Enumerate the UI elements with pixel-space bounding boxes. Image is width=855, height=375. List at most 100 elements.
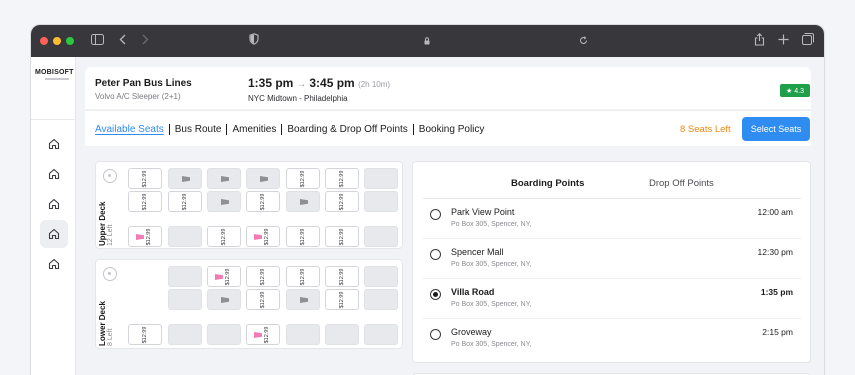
seat-available[interactable]: $12.99 bbox=[325, 168, 359, 189]
boarding-point-radio[interactable] bbox=[430, 289, 441, 300]
seat-price: $12.99 bbox=[221, 228, 227, 245]
seat-unavailable bbox=[168, 289, 202, 310]
boarding-point-address: Po Box 305, Spencer, NY, bbox=[451, 221, 532, 228]
seat-unavailable bbox=[286, 324, 320, 345]
nav-home-icon-active[interactable] bbox=[40, 220, 68, 248]
sidebar-toggle-icon[interactable] bbox=[91, 33, 104, 49]
seat-price: $12.99 bbox=[142, 326, 148, 343]
boarding-point-radio[interactable] bbox=[430, 249, 441, 260]
seat-ladies[interactable]: $12.99 bbox=[128, 226, 162, 247]
shield-icon[interactable] bbox=[249, 33, 259, 49]
detail-tabs-bar: Available Seats Bus Route Amenities Boar… bbox=[85, 110, 811, 146]
boarding-point-radio[interactable] bbox=[430, 329, 441, 340]
tab-boarding-drop-off[interactable]: Boarding & Drop Off Points bbox=[287, 124, 407, 135]
seat-available[interactable]: $12.99 bbox=[128, 324, 162, 345]
seat-price: $12.99 bbox=[339, 268, 345, 285]
seat-available[interactable]: $12.99 bbox=[325, 289, 359, 310]
seat-available[interactable]: $12.99 bbox=[286, 168, 320, 189]
nav-home-icon[interactable] bbox=[40, 190, 68, 218]
seat-available[interactable]: $12.99 bbox=[128, 191, 162, 212]
reload-icon[interactable] bbox=[579, 33, 588, 49]
boarding-point-address: Po Box 305, Spencer, NY, bbox=[451, 341, 532, 348]
forward-icon[interactable] bbox=[141, 33, 149, 49]
seat-unavailable bbox=[364, 226, 398, 247]
lower-deck-label: Lower Deck 8 Left bbox=[98, 301, 114, 346]
seat-price: $12.99 bbox=[263, 326, 270, 343]
seat-available[interactable]: $12.99 bbox=[325, 226, 359, 247]
boarding-point-item[interactable]: Groveway Po Box 305, Spencer, NY, 2:15 pm bbox=[423, 319, 801, 359]
seat-price: $12.99 bbox=[339, 170, 345, 187]
tab-booking-policy[interactable]: Booking Policy bbox=[419, 124, 485, 135]
boarding-point-radio[interactable] bbox=[430, 209, 441, 220]
app-logo: MOBISOFT bbox=[35, 69, 74, 76]
ladies-seat-icon bbox=[215, 274, 223, 280]
tab-separator bbox=[168, 124, 170, 135]
deck-seats-left: 12 Left bbox=[107, 224, 114, 246]
seat-ladies[interactable]: $12.99 bbox=[246, 226, 280, 247]
nav-home-icon[interactable] bbox=[40, 250, 68, 278]
boarding-points-panel: Boarding Points Drop Off Points Park Vie… bbox=[412, 161, 811, 363]
seat-available[interactable]: $12.99 bbox=[286, 226, 320, 247]
lock-icon bbox=[424, 33, 430, 49]
seat-available[interactable]: $12.99 bbox=[128, 168, 162, 189]
tab-overview-icon[interactable] bbox=[802, 33, 814, 49]
seat-occupied-icon bbox=[221, 176, 229, 182]
boarding-point-item[interactable]: Park View Point Po Box 305, Spencer, NY, 1… bbox=[423, 199, 801, 239]
boarding-point-name: Spencer Mall bbox=[451, 247, 504, 257]
boarding-point-item[interactable]: Villa Road Po Box 305, Spencer, NY, 1:35 p… bbox=[423, 279, 801, 319]
back-icon[interactable] bbox=[119, 33, 127, 49]
seat-occupied-icon bbox=[182, 176, 190, 182]
seat-price: $12.99 bbox=[263, 228, 270, 245]
zoom-window-button[interactable] bbox=[66, 37, 74, 45]
tab-drop-off-points[interactable]: Drop Off Points bbox=[649, 178, 714, 189]
seat-available[interactable]: $12.99 bbox=[246, 191, 280, 212]
seat-ladies[interactable]: $12.99 bbox=[207, 266, 241, 287]
upper-deck-label: Upper Deck 12 Left bbox=[98, 202, 114, 246]
seat-price: $12.99 bbox=[142, 193, 148, 210]
steering-wheel-icon bbox=[103, 169, 117, 183]
seat-available[interactable]: $12.99 bbox=[207, 226, 241, 247]
nav-home-icon[interactable] bbox=[40, 160, 68, 188]
share-icon[interactable] bbox=[754, 33, 765, 50]
seat-price: $12.99 bbox=[224, 268, 231, 285]
rating-badge: ★ 4.3 bbox=[780, 84, 810, 97]
seat-available[interactable]: $12.99 bbox=[168, 191, 202, 212]
upper-deck-panel: Upper Deck 12 Left $12.99 $12.99 $12.99 $12… bbox=[95, 161, 403, 249]
lower-deck-panel: Lower Deck 8 Left $12.99 $12.99 $12.99 $12.… bbox=[95, 259, 403, 349]
minimize-window-button[interactable] bbox=[53, 37, 61, 45]
seat-unavailable bbox=[364, 266, 398, 287]
tab-available-seats[interactable]: Available Seats bbox=[95, 124, 164, 135]
boarding-point-time: 1:35 pm bbox=[760, 287, 793, 297]
ladies-seat-icon bbox=[254, 234, 262, 240]
seat-occupied-icon bbox=[221, 297, 229, 303]
seat-price: $12.99 bbox=[142, 170, 148, 187]
arrow-right-icon: → bbox=[296, 79, 307, 90]
browser-toolbar bbox=[31, 25, 824, 57]
seat-occupied-icon bbox=[260, 176, 268, 182]
tab-bus-route[interactable]: Bus Route bbox=[175, 124, 222, 135]
seat-price: $12.99 bbox=[145, 228, 152, 245]
seat-available[interactable]: $12.99 bbox=[325, 266, 359, 287]
seats-left-count: 8 Seats Left bbox=[680, 124, 731, 135]
seat-available[interactable]: $12.99 bbox=[325, 191, 359, 212]
seat-ladies[interactable]: $12.99 bbox=[246, 324, 280, 345]
seat-available[interactable]: $12.99 bbox=[246, 289, 280, 310]
seat-unavailable bbox=[364, 324, 398, 345]
seat-unavailable bbox=[364, 289, 398, 310]
tab-boarding-points[interactable]: Boarding Points bbox=[511, 178, 584, 189]
select-seats-button[interactable]: Select Seats bbox=[742, 117, 810, 141]
seat-unavailable bbox=[168, 266, 202, 287]
deck-seats-left: 8 Left bbox=[107, 328, 114, 346]
seat-available[interactable]: $12.99 bbox=[246, 266, 280, 287]
nav-home-icon[interactable] bbox=[40, 130, 68, 158]
deck-title: Lower Deck bbox=[98, 301, 107, 346]
boarding-point-item[interactable]: Spencer Mall Po Box 305, Spencer, NY, 12:3… bbox=[423, 239, 801, 279]
close-window-button[interactable] bbox=[40, 37, 48, 45]
seat-available[interactable]: $12.99 bbox=[286, 266, 320, 287]
seat-price: $12.99 bbox=[260, 193, 266, 210]
tab-amenities[interactable]: Amenities bbox=[232, 124, 276, 135]
seat-occupied-icon bbox=[221, 199, 229, 205]
new-tab-icon[interactable] bbox=[778, 33, 789, 49]
seat-unavailable bbox=[168, 226, 202, 247]
trip-time: 1:35 pm → 3:45 pm (2h 10m) bbox=[248, 76, 390, 90]
